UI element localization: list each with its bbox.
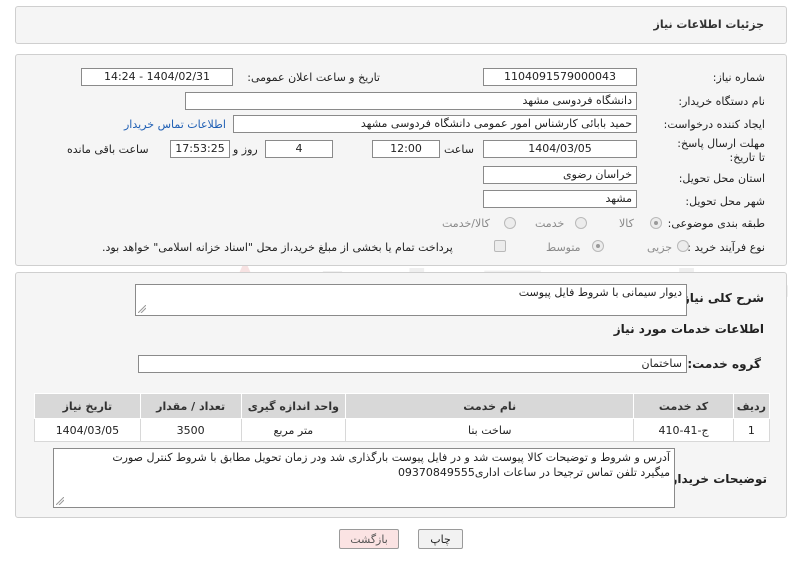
summary-text: دیوار سیمانی با شروط فایل پیوست [518, 286, 682, 299]
table-row: 1 ج-41-410 ساخت بنا متر مربع 3500 1404/0… [34, 418, 771, 442]
category-option-goods-service: کالا/خدمت [442, 217, 490, 230]
back-button[interactable]: بازگشت [339, 529, 399, 549]
col-quantity: تعداد / مقدار [139, 393, 242, 419]
category-radio-goods-service[interactable] [504, 217, 516, 229]
deadline-time-label: ساعت [444, 143, 474, 156]
buyer-notes-line-1: آدرس و شروط و توضیحات کالا پیوست شد و در… [112, 451, 670, 464]
purchase-option-minor: جزیی [647, 241, 673, 254]
deadline-date-field: 1404/03/05 [483, 140, 637, 158]
header-bar: جزئیات اطلاعات نیاز [15, 6, 787, 44]
summary-label: شرح کلی نیاز: [678, 291, 764, 305]
remaining-time-label: ساعت باقی مانده [67, 143, 149, 156]
category-label: طبقه بندی موضوعی: [667, 217, 765, 230]
category-option-service: خدمت [535, 217, 565, 230]
category-radio-service[interactable] [575, 217, 587, 229]
need-number-label: شماره نیاز: [712, 71, 765, 84]
resize-grip-icon [138, 305, 146, 313]
table-header-row: ردیف کد خدمت نام خدمت واحد اندازه گیری ت… [34, 393, 771, 419]
col-service-code: کد خدمت [633, 393, 734, 419]
resize-grip-icon [56, 497, 64, 505]
services-table: ردیف کد خدمت نام خدمت واحد اندازه گیری ت… [34, 393, 771, 442]
services-heading: اطلاعات خدمات مورد نیاز [613, 322, 764, 336]
remaining-time-field: 17:53:25 [170, 140, 230, 158]
province-field: خراسان رضوی [483, 166, 637, 184]
treasury-payment-checkbox[interactable] [494, 240, 506, 252]
announce-date-field: 1404/02/31 - 14:24 [81, 68, 233, 86]
print-button[interactable]: چاپ [418, 529, 463, 549]
page-title: جزئیات اطلاعات نیاز [653, 18, 765, 31]
cell-unit: متر مربع [240, 418, 347, 442]
treasury-payment-note: پرداخت تمام یا بخشی از مبلغ خرید،از محل … [102, 241, 453, 254]
buyer-notes-field: آدرس و شروط و توضیحات کالا پیوست شد و در… [53, 448, 675, 508]
remaining-days-field: 4 [265, 140, 333, 158]
creator-field: حمید بابائی کارشناس امور عمومی دانشگاه ف… [233, 115, 637, 133]
buyer-org-label: نام دستگاه خریدار: [678, 95, 765, 108]
category-option-goods: کالا [619, 217, 634, 230]
summary-field: دیوار سیمانی با شروط فایل پیوست [135, 284, 687, 316]
purchase-type-label: نوع فرآیند خرید : [687, 241, 765, 254]
city-label: شهر محل تحویل: [685, 195, 765, 208]
buyer-org-field: دانشگاه فردوسی مشهد [185, 92, 637, 110]
category-radio-goods[interactable] [650, 217, 662, 229]
col-need-date: تاریخ نیاز [34, 393, 141, 419]
purchase-radio-medium[interactable] [592, 240, 604, 252]
city-field: مشهد [483, 190, 637, 208]
service-group-label: گروه خدمت: [687, 357, 761, 371]
col-row-number: ردیف [732, 393, 771, 419]
buyer-contact-link[interactable]: اطلاعات تماس خریدار [124, 118, 226, 131]
cell-quantity: 3500 [139, 418, 242, 442]
creator-label: ایجاد کننده درخواست: [663, 118, 765, 131]
deadline-label: مهلت ارسال پاسخ: تا تاریخ: [677, 137, 765, 164]
cell-service-code: ج-41-410 [633, 418, 734, 442]
purchase-option-medium: متوسط [546, 241, 581, 254]
buyer-notes-line-2: میگیرد تلفن تماس ترجیحا در ساعات اداری09… [397, 466, 670, 479]
col-unit: واحد اندازه گیری [240, 393, 347, 419]
purchase-radio-minor[interactable] [677, 240, 689, 252]
buyer-notes-label: توضیحات خریدار: [665, 472, 767, 486]
cell-need-date: 1404/03/05 [34, 418, 141, 442]
cell-row-number: 1 [732, 418, 771, 442]
deadline-time-field: 12:00 [372, 140, 440, 158]
need-number-field: 1104091579000043 [483, 68, 637, 86]
announce-date-label: تاریخ و ساعت اعلان عمومی: [247, 71, 380, 84]
province-label: استان محل تحویل: [678, 172, 765, 185]
cell-service-name: ساخت بنا [345, 418, 635, 442]
col-service-name: نام خدمت [345, 393, 635, 419]
remaining-days-label: روز و [233, 143, 258, 156]
service-group-field: ساختمان [138, 355, 687, 373]
